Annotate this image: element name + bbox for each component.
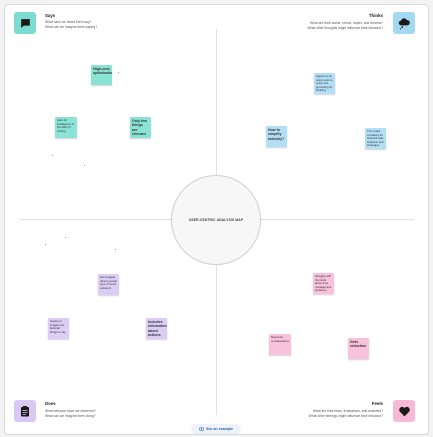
says-title: Says [45,13,56,18]
see-example-button[interactable]: See an example [191,424,241,434]
clipboard-icon [14,400,36,422]
canvas-dot [115,249,116,250]
center-label: USER-CENTRIC ANALYSIS MAP [188,217,244,222]
feels-title: Feels [371,401,383,406]
eye-icon [199,427,204,431]
empathy-map-board: USER-CENTRIC ANALYSIS MAP Says What have… [4,4,429,435]
thinks-question-2: What other thoughts might influence thei… [307,26,383,30]
speech-bubble-icon [14,12,36,34]
does-title: Does [45,401,56,406]
sticky-note[interactable]: Asks for intelligence in the task it's s… [55,117,77,138]
says-question-2: What can we imagine them saying? [45,25,98,29]
sticky-note[interactable]: Includes information about actions [146,318,167,339]
canvas-dot [118,72,119,73]
sticky-note[interactable]: Only few things are relevant [130,117,151,138]
feels-question-2: What other feelings might influence thei… [308,414,383,418]
canvas-dot [45,244,46,245]
sticky-note[interactable]: Agrees to be using tools to solve and gr… [314,73,335,94]
sticky-note[interactable]: Inquire to imagine the factorial things … [48,318,69,339]
does-question-2: What can we imagine them doing? [45,414,96,418]
sticky-note[interactable]: Struggle with the limits about time mana… [313,273,334,294]
thinks-title: Thinks [368,13,383,18]
thought-cloud-icon [393,12,415,34]
canvas-dot [52,155,53,156]
canvas-dot [84,165,85,166]
heart-icon [393,400,415,422]
see-example-label: See an example [206,427,233,431]
sticky-note[interactable]: Encouraged others people type of focus s… [98,274,119,295]
sticky-note[interactable]: Gets reduction [348,338,369,359]
canvas-dot [65,237,66,238]
sticky-note[interactable]: High-cost optimization [91,65,112,85]
sticky-note[interactable]: The model considers for financial help s… [365,128,386,149]
sticky-note[interactable]: Requests considerations [269,334,291,355]
center-circle: USER-CENTRIC ANALYSIS MAP [171,175,261,265]
sticky-note[interactable]: How to simplify industry? [266,126,287,147]
